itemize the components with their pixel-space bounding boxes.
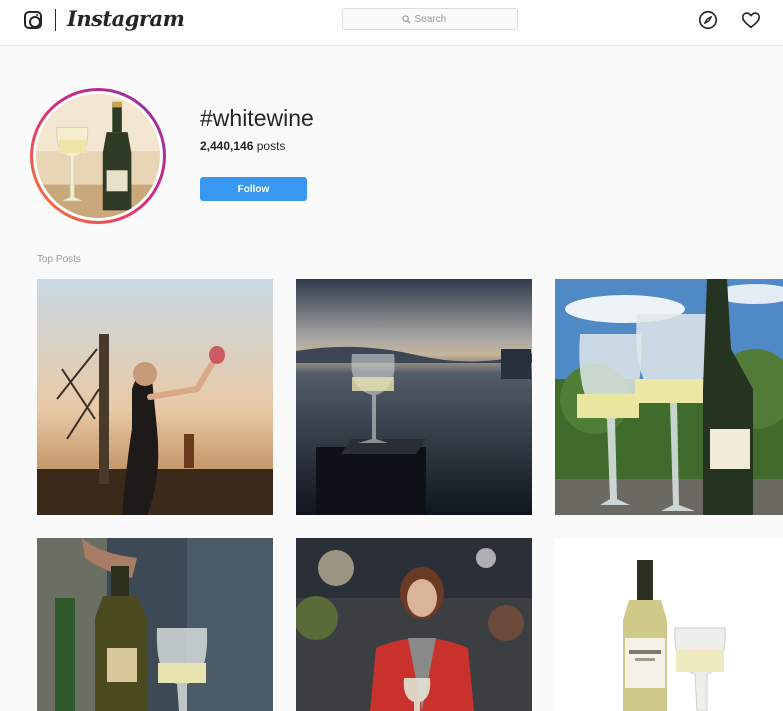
follow-button[interactable]: Follow	[200, 177, 307, 201]
search-box[interactable]	[342, 8, 518, 30]
heart-icon[interactable]	[740, 9, 762, 31]
search-icon	[401, 14, 411, 24]
post-tile[interactable]	[555, 279, 783, 515]
hashtag-avatar	[30, 88, 166, 224]
instagram-wordmark[interactable]: Instagram	[67, 6, 185, 31]
post-tile[interactable]	[555, 538, 783, 711]
compass-icon[interactable]	[697, 9, 719, 31]
logo-divider	[55, 9, 56, 31]
post-tile[interactable]	[37, 279, 273, 515]
instagram-camera-icon[interactable]	[24, 11, 42, 29]
post-tile[interactable]	[296, 279, 532, 515]
post-tile[interactable]	[296, 538, 532, 711]
post-count: 2,440,146 posts	[200, 139, 285, 153]
top-posts-label: Top Posts	[37, 254, 81, 265]
post-count-suffix: posts	[253, 139, 286, 153]
hashtag-title: #whitewine	[200, 105, 314, 131]
top-bar: Instagram	[0, 0, 783, 46]
post-count-number: 2,440,146	[200, 139, 254, 153]
hashtag-avatar-image	[36, 94, 160, 218]
post-tile[interactable]	[37, 538, 273, 711]
search-input[interactable]	[414, 13, 459, 25]
